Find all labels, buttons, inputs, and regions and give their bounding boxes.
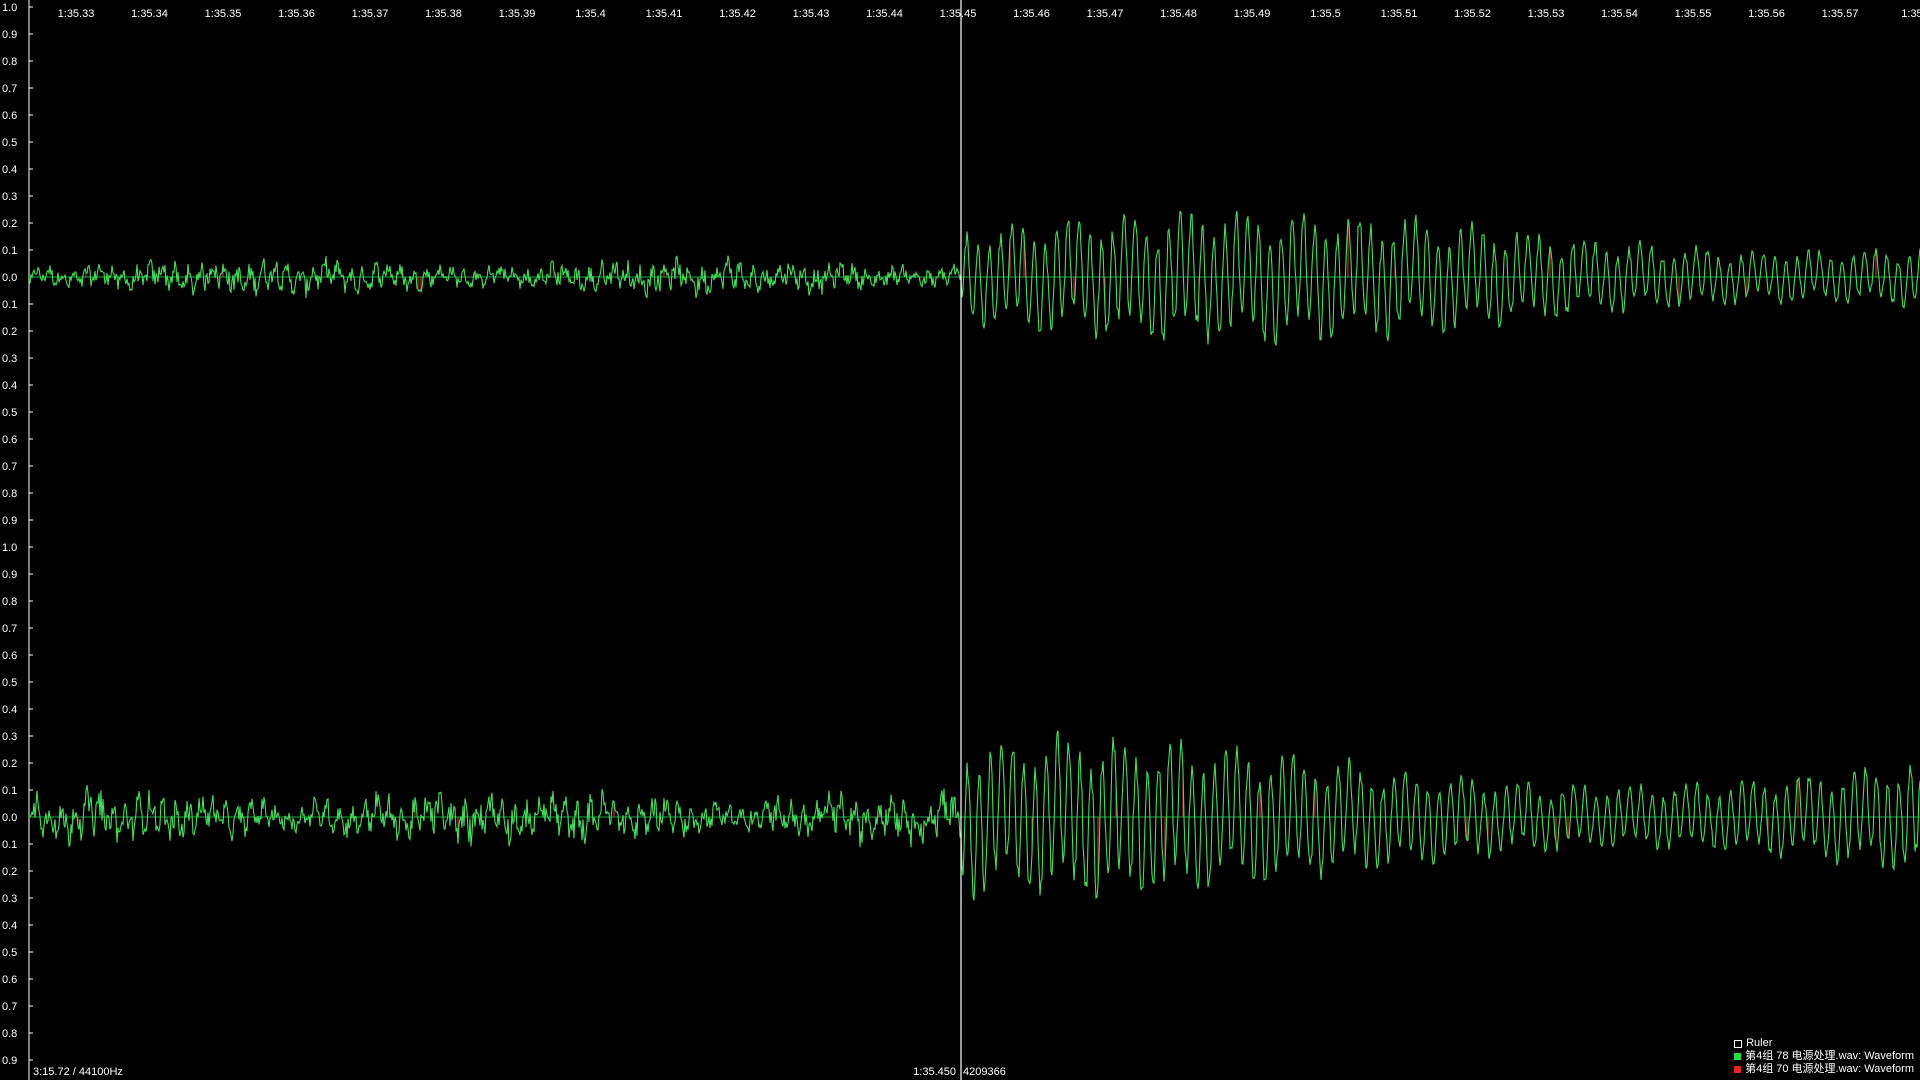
time-tick-label: 1:35.43 (793, 8, 830, 20)
waveform-layer (29, 210, 1920, 901)
amplitude-tick-label: 0.7 (2, 461, 17, 473)
waveform-viewer[interactable]: 1.0 0.9 0.8 0.7 0.6 0.5 0.4 0.3 0.2 0.1 0.0 0.1 0.2 0… (0, 0, 1920, 1080)
amplitude-tick-label: 0.6 (2, 110, 17, 122)
time-tick-label: 1:35.37 (352, 8, 389, 20)
legend-label: Ruler (1746, 1037, 1773, 1049)
amplitude-tick-label: 0.9 (2, 515, 17, 527)
amplitude-tick-label: 0.4 (2, 920, 17, 932)
legend-label: 第4组 70 电源处理.wav: Waveform (1745, 1063, 1914, 1075)
amplitude-tick-label: 0.6 (2, 974, 17, 986)
waveform-canvas[interactable]: 1.0 0.9 0.8 0.7 0.6 0.5 0.4 0.3 0.2 0.1 0.0 0.1 0.2 0… (0, 0, 1920, 1080)
time-tick-label: 1:35.46 (1013, 8, 1050, 20)
amplitude-tick-label: 0.3 (2, 893, 17, 905)
legend-item-ruler[interactable]: Ruler (1734, 1037, 1914, 1050)
time-tick-label: 1:35.54 (1601, 8, 1638, 20)
time-tick-label: 1:35.41 (646, 8, 683, 20)
time-tick-label: 1:35.57 (1822, 8, 1859, 20)
legend: Ruler 第4组 78 电源处理.wav: Waveform 第4组 70 电… (1734, 1037, 1914, 1076)
amplitude-tick-label: 0.1 (2, 839, 17, 851)
red-swatch-icon (1734, 1066, 1742, 1073)
amplitude-tick-label: 0.3 (2, 731, 17, 743)
time-tick-label: 1:35.35 (205, 8, 242, 20)
time-tick-label: 1:35.49 (1234, 8, 1271, 20)
amplitude-tick-label: 0.8 (2, 488, 17, 500)
time-tick-label: 1:35.55 (1675, 8, 1712, 20)
amplitude-tick-label: 0.2 (2, 326, 17, 338)
time-tick-label: 1:35.5 (1310, 8, 1341, 20)
amplitude-tick-label: 0.5 (2, 677, 17, 689)
amplitude-tick-label: 0.5 (2, 407, 17, 419)
amplitude-tick-label: 1.0 (2, 2, 17, 14)
amplitude-tick-label: 0.8 (2, 56, 17, 68)
time-tick-label: 1:35.34 (131, 8, 168, 20)
time-tick-label: 1:35.39 (499, 8, 536, 20)
amplitude-tick-label: 0.1 (2, 299, 17, 311)
amplitude-tick-label: 0.0 (2, 812, 17, 824)
amplitude-tick-label: 0.2 (2, 218, 17, 230)
time-tick-label: 1:35.42 (719, 8, 756, 20)
amplitude-tick-label: 0.4 (2, 704, 17, 716)
green-swatch-icon (1734, 1053, 1742, 1060)
amplitude-tick-label: 0.3 (2, 353, 17, 365)
cursor-time-readout: 1:35.450 (913, 1066, 956, 1078)
legend-item-waveform-70[interactable]: 第4组 70 电源处理.wav: Waveform (1734, 1063, 1914, 1076)
time-tick-label: 1:35.33 (58, 8, 95, 20)
amplitude-tick-label: 0.9 (2, 29, 17, 41)
amplitude-tick-label: 0.7 (2, 623, 17, 635)
amplitude-tick-label: 0.1 (2, 245, 17, 257)
time-tick-label: 1:35.38 (425, 8, 462, 20)
amplitude-tick-label: 0.2 (2, 866, 17, 878)
amplitude-tick-label: 0.9 (2, 569, 17, 581)
amplitude-tick-label: 0.7 (2, 1001, 17, 1013)
time-tick-label: 1:35.4 (575, 8, 606, 20)
time-tick-label: 1:35.48 (1160, 8, 1197, 20)
legend-label: 第4组 78 电源处理.wav: Waveform (1745, 1050, 1914, 1062)
amplitude-tick-label: 0.5 (2, 137, 17, 149)
amplitude-tick-label: 0.4 (2, 164, 17, 176)
cursor-sample-readout: 4209366 (963, 1066, 1006, 1078)
amplitude-tick-label: 0.7 (2, 83, 17, 95)
legend-item-waveform-78[interactable]: 第4组 78 电源处理.wav: Waveform (1734, 1050, 1914, 1063)
time-tick-label: 1:35.44 (866, 8, 903, 20)
amplitude-tick-label: 0.2 (2, 758, 17, 770)
amplitude-tick-label: 0.0 (2, 272, 17, 284)
amplitude-tick-label: 0.8 (2, 1028, 17, 1040)
amplitude-tick-label: 0.1 (2, 785, 17, 797)
amplitude-tick-label: 0.6 (2, 650, 17, 662)
amplitude-tick-label: 0.8 (2, 596, 17, 608)
time-tick-label: 1:35.51 (1381, 8, 1418, 20)
amplitude-tick-label: 0.5 (2, 947, 17, 959)
time-tick-label: 1:35.47 (1087, 8, 1124, 20)
amplitude-tick-label: 0.4 (2, 380, 17, 392)
time-tick-label: 1:35.45 (940, 8, 977, 20)
amplitude-tick-label: 1.0 (2, 542, 17, 554)
duration-samplerate-readout: 3:15.72 / 44100Hz (33, 1066, 123, 1078)
waveform-78-channel-2 (29, 730, 1920, 901)
time-tick-label: 1:35.36 (278, 8, 315, 20)
ruler-swatch-icon (1734, 1039, 1743, 1048)
time-tick-label: 1:35.56 (1748, 8, 1785, 20)
amplitude-tick-label: 0.6 (2, 434, 17, 446)
time-tick-label: 1:35.52 (1454, 8, 1491, 20)
amplitude-tick-label: 0.3 (2, 191, 17, 203)
time-tick-label: 1:35.53 (1528, 8, 1565, 20)
time-tick-label: 1:35. (1901, 8, 1920, 20)
waveform-78-channel-1 (29, 210, 1920, 346)
amplitude-tick-label: 0.9 (2, 1055, 17, 1067)
